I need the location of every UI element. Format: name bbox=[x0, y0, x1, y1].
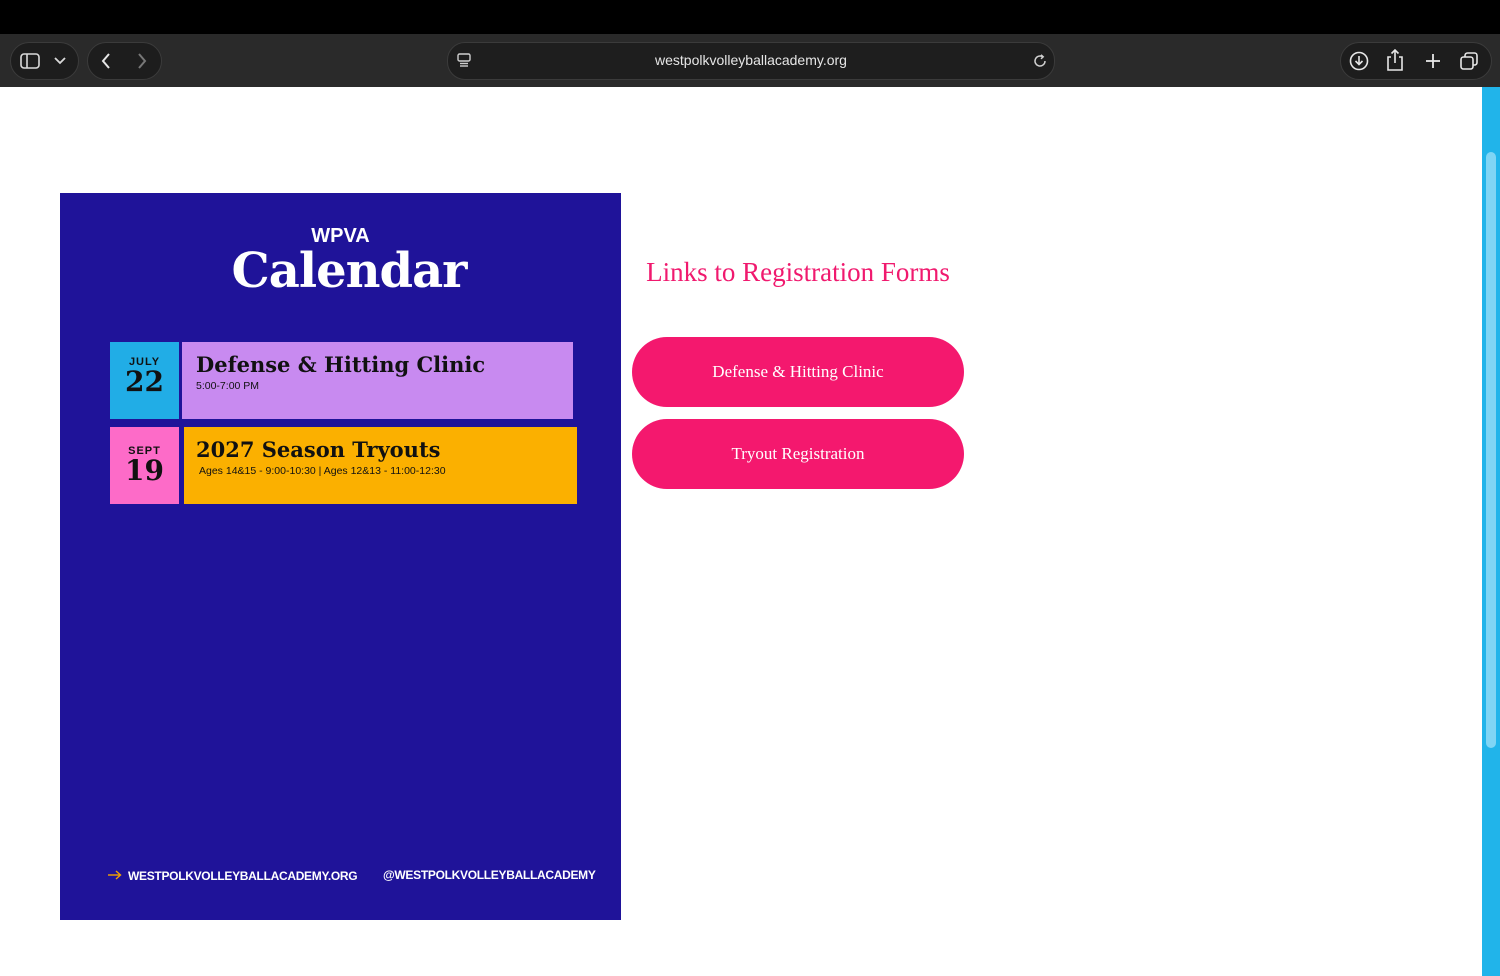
event-day: 19 bbox=[125, 454, 164, 487]
chevron-down-icon[interactable] bbox=[51, 51, 69, 71]
download-icon[interactable] bbox=[1348, 50, 1370, 72]
defense-hitting-clinic-button[interactable]: Defense & Hitting Clinic bbox=[632, 337, 964, 407]
event-title: Defense & Hitting Clinic bbox=[196, 352, 486, 377]
sidebar-icon[interactable] bbox=[18, 50, 42, 72]
registration-heading: Links to Registration Forms bbox=[646, 257, 950, 287]
address-text[interactable]: westpolkvolleyballacademy.org bbox=[448, 52, 1054, 68]
back-icon[interactable] bbox=[96, 50, 116, 72]
address-bar[interactable]: westpolkvolleyballacademy.org bbox=[447, 42, 1055, 80]
event-date-2: SEPT 19 bbox=[110, 427, 179, 504]
event-title: 2027 Season Tryouts bbox=[196, 437, 441, 462]
poster-title: Calendar bbox=[231, 243, 468, 299]
arrow-right-icon bbox=[107, 867, 123, 883]
footer-website: WESTPOLKVOLLEYBALLACADEMY.ORG bbox=[128, 869, 358, 883]
share-icon[interactable] bbox=[1384, 48, 1406, 72]
event-detail: 5:00-7:00 PM bbox=[196, 380, 260, 392]
calendar-poster: WPVA Calendar JULY 22 Defense & Hitting … bbox=[60, 193, 621, 920]
event-day: 22 bbox=[125, 365, 164, 398]
new-tab-icon[interactable] bbox=[1422, 50, 1444, 72]
event-card-1: Defense & Hitting Clinic 5:00-7:00 PM bbox=[182, 342, 573, 419]
footer-handle: @WESTPOLKVOLLEYBALLACADEMY bbox=[383, 868, 596, 882]
tab-overview-icon[interactable] bbox=[1458, 50, 1480, 72]
system-top-bar bbox=[0, 0, 1500, 34]
tryout-registration-button[interactable]: Tryout Registration bbox=[632, 419, 964, 489]
scrollbar-thumb[interactable] bbox=[1486, 152, 1496, 748]
reload-icon[interactable] bbox=[1030, 51, 1050, 71]
event-date-1: JULY 22 bbox=[110, 342, 179, 419]
event-card-2: 2027 Season Tryouts Ages 14&15 - 9:00-10… bbox=[184, 427, 577, 504]
forward-icon[interactable] bbox=[132, 50, 152, 72]
event-detail: Ages 14&15 - 9:00-10:30 | Ages 12&13 - 1… bbox=[199, 465, 446, 477]
